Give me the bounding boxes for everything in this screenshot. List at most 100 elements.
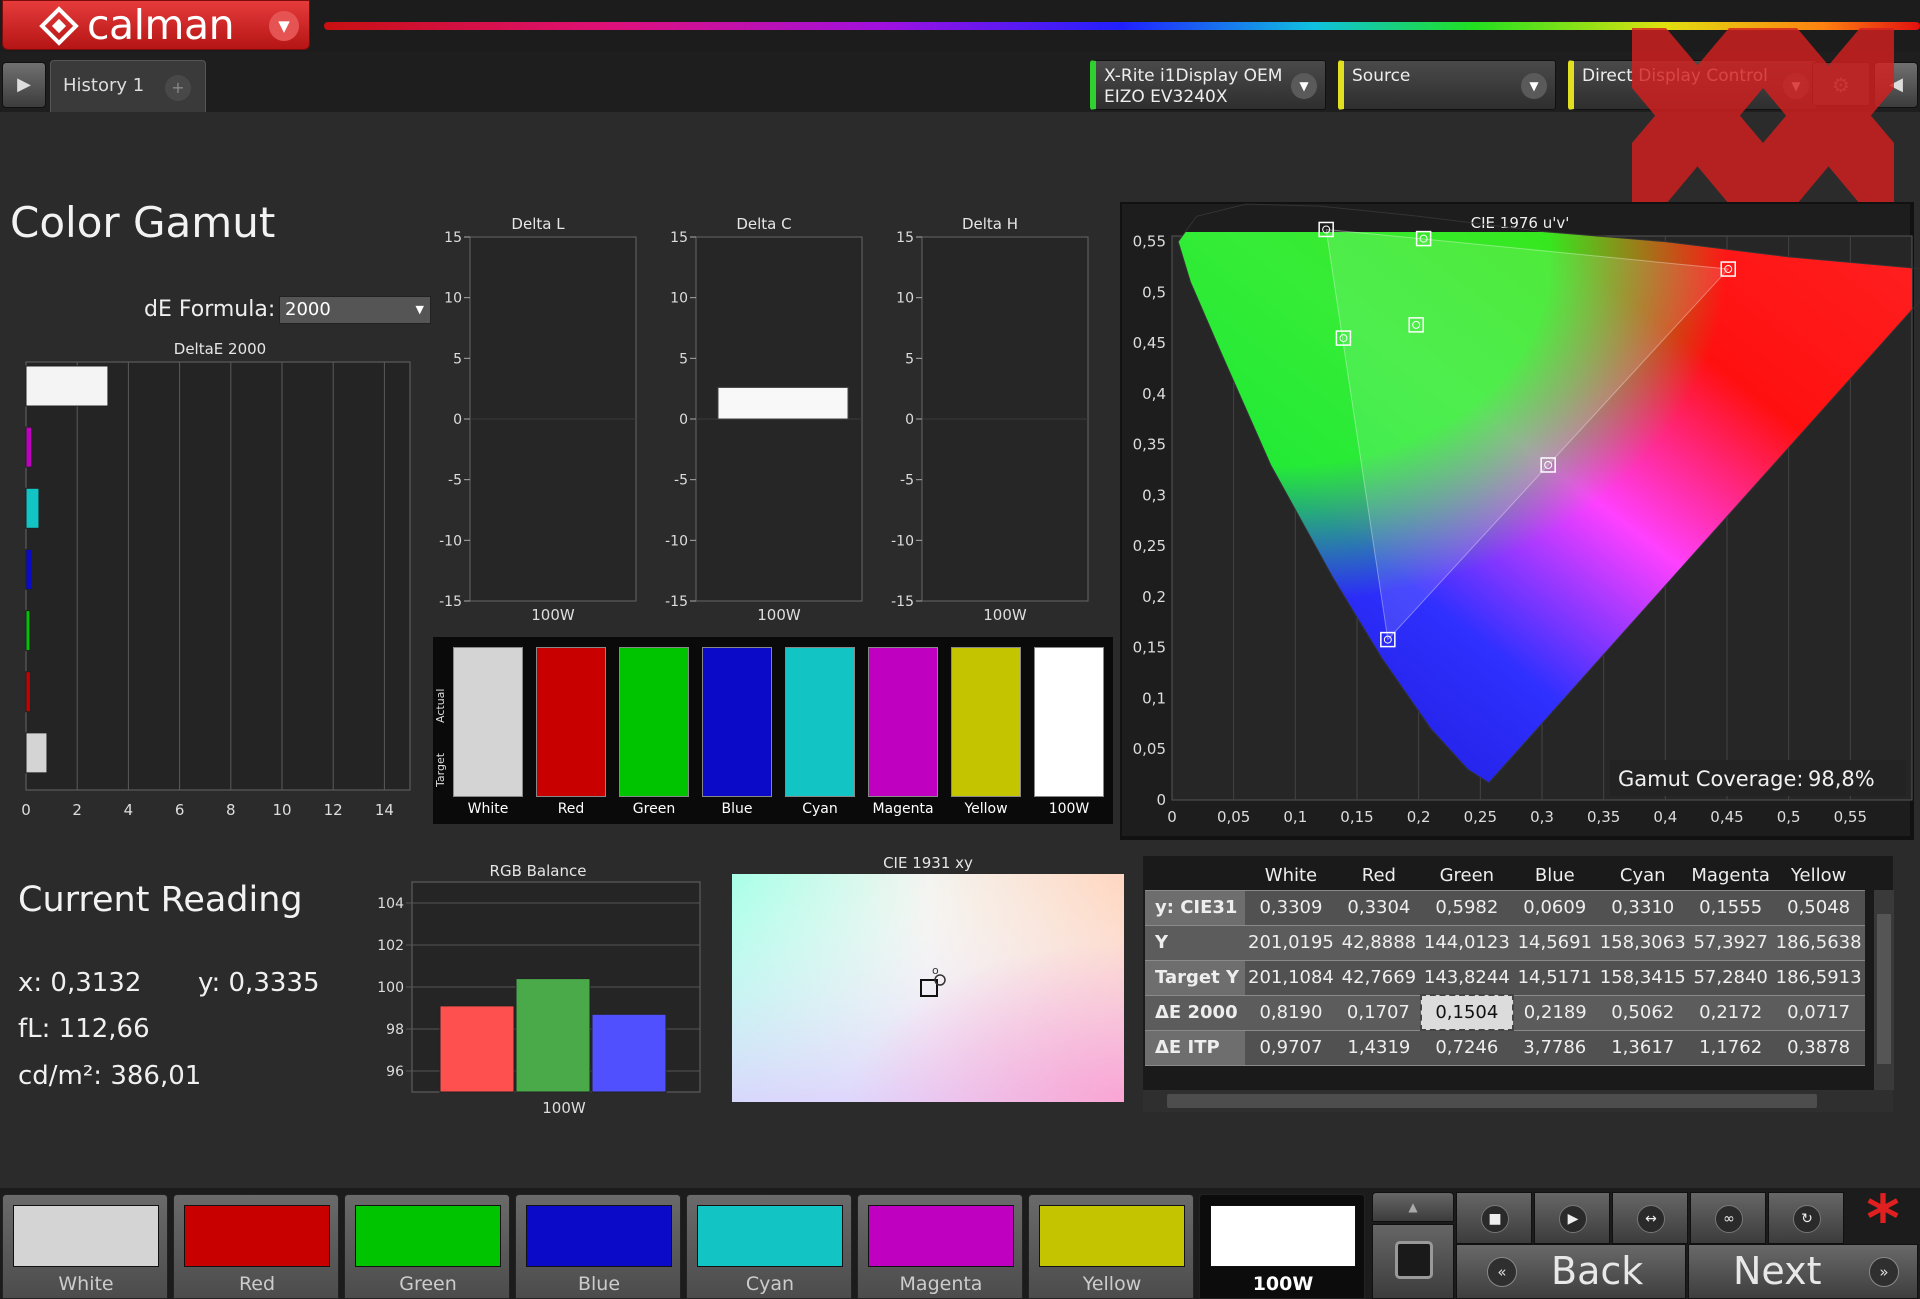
scroll-thumb[interactable] [1877, 914, 1891, 1064]
logo-menu-chevron-icon[interactable]: ▼ [269, 11, 299, 41]
patch-button-green[interactable]: Green [344, 1194, 510, 1299]
table-cell[interactable]: 1,1762 [1688, 1029, 1773, 1066]
table-column-header[interactable]: Cyan [1597, 862, 1689, 890]
table-cell[interactable]: 0,3309 [1245, 889, 1337, 926]
table-row[interactable]: Target Y 201,1084 42,7669 143,8244 14,5171 15… [1145, 959, 1865, 996]
table-cell[interactable]: 1,3617 [1596, 1029, 1689, 1066]
table-column-header[interactable]: Blue [1513, 862, 1597, 890]
calman-logo[interactable]: calman ▼ [2, 0, 310, 50]
star-icon[interactable]: * [1848, 1188, 1918, 1252]
table-cell[interactable]: 0,5062 [1596, 994, 1689, 1031]
de-formula-select[interactable]: 2000 ▼ [279, 296, 431, 324]
table-cell[interactable]: 0,1707 [1336, 994, 1421, 1031]
table-cell[interactable]: 14,5171 [1512, 959, 1597, 996]
nav-left-arrow-icon[interactable]: ▶ [2, 62, 46, 108]
table-cell[interactable]: 1,4319 [1336, 1029, 1421, 1066]
table-column-header[interactable]: Red [1337, 862, 1421, 890]
chevron-down-icon[interactable]: ▼ [1521, 73, 1547, 99]
measurement-table[interactable]: White Red Green Blue Cyan Magenta Yellow y: CI… [1143, 856, 1893, 1112]
table-cell[interactable]: 0,7246 [1420, 1029, 1513, 1066]
patch-label: Yellow [1082, 1273, 1142, 1295]
table-cell[interactable]: 0,0609 [1512, 889, 1597, 926]
back-label: Back [1551, 1249, 1644, 1293]
table-row[interactable]: ΔE 2000 0,8190 0,1707 0,1504 0,2189 0,5062 0,2… [1145, 994, 1865, 1031]
measurement-grid: White Red Green Blue Cyan Magenta Yellow y: CI… [1145, 862, 1865, 1066]
deltae-plot-area [25, 361, 411, 791]
patch-button-magenta[interactable]: Magenta [857, 1194, 1023, 1299]
table-cell[interactable]: 57,2840 [1688, 959, 1773, 996]
table-cell[interactable]: 186,5638 [1772, 924, 1865, 961]
table-cell[interactable]: 144,0123 [1420, 924, 1513, 961]
table-cell[interactable]: 0,1555 [1688, 889, 1773, 926]
table-row[interactable]: Y 201,0195 42,8888 144,0123 14,5691 158,3063 5… [1145, 924, 1865, 961]
table-column-header[interactable]: Magenta [1689, 862, 1773, 890]
add-tab-button[interactable]: + [165, 75, 191, 101]
table-cell[interactable]: 0,3304 [1336, 889, 1421, 926]
display-control-selector[interactable]: Direct Display Control ▼ [1568, 60, 1818, 110]
rgb-tick-label: 100 [377, 980, 404, 996]
table-column-header[interactable]: White [1245, 862, 1337, 890]
table-cell[interactable]: 0,9707 [1245, 1029, 1337, 1066]
source-selector[interactable]: Source ▼ [1338, 60, 1556, 110]
table-cell[interactable]: 158,3415 [1596, 959, 1689, 996]
measure-icon: ↔ [1637, 1205, 1665, 1233]
patch-button-cyan[interactable]: Cyan [686, 1194, 852, 1299]
table-cell[interactable]: 158,3063 [1596, 924, 1689, 961]
refresh-button[interactable]: ↻ [1768, 1192, 1844, 1244]
table-row[interactable]: y: CIE31 0,3309 0,3304 0,5982 0,0609 0,3310 0,… [1145, 889, 1865, 926]
nav-right-arrow-icon[interactable]: ◀ [1874, 62, 1918, 108]
table-column-header[interactable]: Green [1421, 862, 1513, 890]
table-cell[interactable]: 0,0717 [1772, 994, 1865, 1031]
gear-icon[interactable]: ⚙ [1812, 62, 1870, 106]
chevron-down-icon[interactable]: ▼ [1291, 73, 1317, 99]
next-button[interactable]: Next » [1688, 1244, 1918, 1299]
table-cell[interactable]: 0,2189 [1512, 994, 1597, 1031]
table-cell[interactable]: 0,2172 [1688, 994, 1773, 1031]
patch-button-blue[interactable]: Blue [515, 1194, 681, 1299]
table-cell[interactable]: 0,3878 [1772, 1029, 1865, 1066]
table-cell[interactable]: 3,7786 [1512, 1029, 1597, 1066]
table-cell[interactable]: 0,1504 [1419, 994, 1514, 1031]
table-cell[interactable]: 0,5982 [1420, 889, 1513, 926]
table-vertical-scrollbar[interactable] [1874, 890, 1894, 1090]
play-button[interactable]: ▶ [1534, 1192, 1610, 1244]
table-horizontal-scrollbar[interactable] [1143, 1090, 1893, 1112]
swatch-green [619, 647, 689, 797]
stop-measure-button[interactable] [1372, 1224, 1454, 1299]
deltae-tick-label: 10 [272, 801, 291, 819]
stop-button[interactable]: ■ [1456, 1192, 1532, 1244]
delta-tick-label: -15 [891, 594, 914, 610]
table-cell[interactable]: 0,8190 [1245, 994, 1337, 1031]
collapse-up-icon[interactable]: ▲ [1372, 1192, 1454, 1222]
meter-selector[interactable]: X-Rite i1Display OEM EIZO EV3240X ▼ [1090, 60, 1326, 110]
table-cell[interactable]: 0,5048 [1772, 889, 1865, 926]
reading-x: x: 0,3132 [18, 968, 142, 998]
table-cell[interactable]: 201,0195 [1245, 924, 1337, 961]
delta-tick-label: 10 [670, 291, 688, 307]
scroll-thumb[interactable] [1167, 1094, 1817, 1108]
patch-button-100w[interactable]: 100W [1199, 1194, 1365, 1299]
patch-button-red[interactable]: Red [173, 1194, 339, 1299]
cie-y-tick-label: 0,2 [1142, 588, 1166, 606]
table-cell[interactable]: 186,5913 [1772, 959, 1865, 996]
table-cell[interactable]: 42,8888 [1336, 924, 1421, 961]
table-cell[interactable]: 0,3310 [1596, 889, 1689, 926]
cie-x-tick-label: 0,55 [1834, 808, 1867, 826]
table-cell[interactable]: 57,3927 [1688, 924, 1773, 961]
continuous-button[interactable]: ∞ [1690, 1192, 1766, 1244]
table-cell[interactable]: 201,1084 [1245, 959, 1337, 996]
patch-button-white[interactable]: White [2, 1194, 168, 1299]
table-cell[interactable]: 14,5691 [1512, 924, 1597, 961]
patch-button-yellow[interactable]: Yellow [1028, 1194, 1194, 1299]
delta-tick-label: -10 [665, 533, 688, 549]
refresh-icon: ↻ [1793, 1205, 1821, 1233]
table-cell[interactable]: 42,7669 [1336, 959, 1421, 996]
table-column-header[interactable]: Yellow [1773, 862, 1865, 890]
back-button[interactable]: « Back [1456, 1244, 1686, 1299]
deltae-tick-label: 14 [375, 801, 394, 819]
chevron-down-icon[interactable]: ▼ [1783, 73, 1809, 99]
tab-history[interactable]: History 1 + [50, 60, 206, 112]
measure-range-button[interactable]: ↔ [1612, 1192, 1688, 1244]
table-cell[interactable]: 143,8244 [1420, 959, 1513, 996]
table-row[interactable]: ΔE ITP 0,9707 1,4319 0,7246 3,7786 1,3617 1,17… [1145, 1029, 1865, 1066]
